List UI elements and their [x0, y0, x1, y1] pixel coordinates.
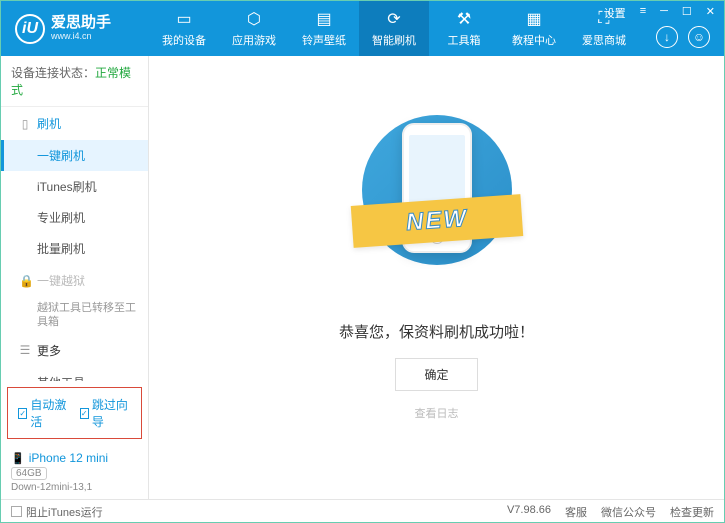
minimize-icon[interactable]: ─: [657, 5, 671, 21]
device-capacity: 64GB: [11, 467, 47, 480]
footer-wechat[interactable]: 微信公众号: [601, 504, 656, 520]
nav-tab-label: 智能刷机: [372, 32, 416, 48]
lock-icon: 🔒: [19, 274, 31, 288]
sidebar-item-flash-3[interactable]: 批量刷机: [1, 233, 148, 264]
sidebar-group-jailbreak[interactable]: 🔒 一键越狱: [1, 264, 148, 297]
sidebar-item-flash-2[interactable]: 专业刷机: [1, 202, 148, 233]
nav-icon: ⬡: [244, 9, 264, 29]
main-content: NEW 恭喜您，保资料刷机成功啦！ 确定 查看日志: [149, 56, 724, 499]
nav-tab-label: 应用游戏: [232, 32, 276, 48]
nav-icon: ▤: [314, 9, 334, 29]
logo-area: iU 爱思助手 www.i4.cn: [1, 14, 149, 44]
block-itunes-label: 阻止iTunes运行: [26, 504, 103, 520]
device-info-box[interactable]: iPhone 12 mini 64GB Down-12mini-13,1: [1, 445, 148, 499]
nav-tab-4[interactable]: ⚒ 工具箱: [429, 1, 499, 56]
nav-tab-label: 我的设备: [162, 32, 206, 48]
skip-guide-label: 跳过向导: [92, 396, 131, 430]
nav-tab-2[interactable]: ▤ 铃声壁纸: [289, 1, 359, 56]
jailbreak-note: 越狱工具已转移至工具箱: [1, 297, 148, 334]
option-checkbox-row: ✓ 自动激活 ✓ 跳过向导: [7, 387, 142, 439]
version-label: V7.98.66: [507, 504, 551, 520]
sidebar-group-more[interactable]: ☰ 更多: [1, 334, 148, 367]
device-meta: Down-12mini-13,1: [11, 482, 138, 493]
sidebar-item-more-0[interactable]: 其他工具: [1, 367, 148, 381]
confirm-button[interactable]: 确定: [395, 358, 477, 391]
sidebar-item-flash-0[interactable]: 一键刷机: [1, 140, 148, 171]
phone-icon: ▯: [19, 117, 31, 131]
nav-icon: ⟳: [384, 9, 404, 29]
sidebar-item-flash-1[interactable]: iTunes刷机: [1, 171, 148, 202]
new-banner-text: NEW: [405, 204, 469, 236]
menu-icon[interactable]: ≡: [637, 5, 649, 21]
list-icon: ☰: [19, 343, 31, 357]
nav-tab-5[interactable]: ▦ 教程中心: [499, 1, 569, 56]
device-name: iPhone 12 mini: [11, 451, 138, 465]
nav-tab-label: 爱思商城: [582, 32, 626, 48]
user-icon[interactable]: ☺: [688, 26, 710, 48]
conn-label: 设备连接状态：: [11, 66, 95, 80]
nav-tab-1[interactable]: ⬡ 应用游戏: [219, 1, 289, 56]
nav-icon: ⚒: [454, 9, 474, 29]
group-flash-label: 刷机: [37, 115, 61, 132]
app-logo-icon: iU: [15, 14, 45, 44]
app-header: iU 爱思助手 www.i4.cn ▭ 我的设备 ⬡ 应用游戏 ▤ 铃声壁纸 ⟳ 智能刷机 ⚒ 工…: [1, 1, 724, 56]
nav-tab-label: 铃声壁纸: [302, 32, 346, 48]
maximize-icon[interactable]: ☐: [679, 5, 695, 21]
checkbox-icon: ✓: [18, 408, 27, 419]
close-icon[interactable]: ✕: [703, 5, 718, 21]
success-illustration: NEW: [362, 105, 512, 295]
checkbox-skip-guide[interactable]: ✓ 跳过向导: [80, 396, 132, 430]
app-name: 爱思助手: [51, 15, 111, 32]
success-message: 恭喜您，保资料刷机成功啦！: [339, 321, 534, 342]
sidebar-group-flash[interactable]: ▯ 刷机: [1, 107, 148, 140]
app-url: www.i4.cn: [51, 32, 111, 42]
view-log-link[interactable]: 查看日志: [415, 405, 459, 421]
nav-tab-label: 工具箱: [448, 32, 481, 48]
footer-check-update[interactable]: 检查更新: [670, 504, 714, 520]
nav-tab-0[interactable]: ▭ 我的设备: [149, 1, 219, 56]
connection-status: 设备连接状态：正常模式: [1, 56, 148, 107]
block-itunes-checkbox[interactable]: [11, 506, 22, 517]
window-controls: 设置 ≡ ─ ☐ ✕: [601, 5, 718, 21]
group-more-label: 更多: [37, 342, 61, 359]
nav-tab-3[interactable]: ⟳ 智能刷机: [359, 1, 429, 56]
nav-icon: ▦: [524, 9, 544, 29]
sidebar: 设备连接状态：正常模式 ▯ 刷机 一键刷机iTunes刷机专业刷机批量刷机 🔒 …: [1, 56, 149, 499]
group-jailbreak-label: 一键越狱: [37, 272, 85, 289]
auto-activate-label: 自动激活: [30, 396, 69, 430]
checkbox-icon: ✓: [80, 408, 89, 419]
footer-bar: 阻止iTunes运行 V7.98.66 客服 微信公众号 检查更新: [1, 499, 724, 523]
nav-tab-label: 教程中心: [512, 32, 556, 48]
download-icon[interactable]: ↓: [656, 26, 678, 48]
settings-label[interactable]: 设置: [601, 5, 629, 21]
footer-support[interactable]: 客服: [565, 504, 587, 520]
checkbox-auto-activate[interactable]: ✓ 自动激活: [18, 396, 70, 430]
nav-icon: ▭: [174, 9, 194, 29]
